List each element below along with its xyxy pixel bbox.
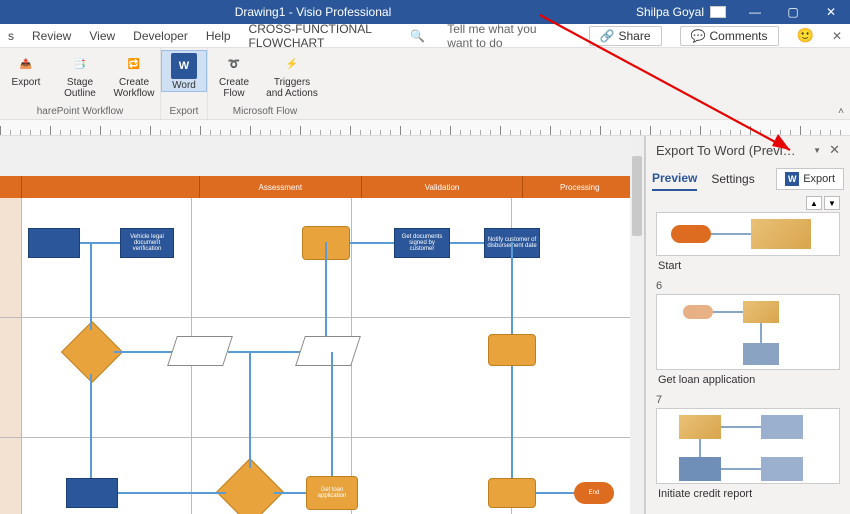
taskpane-preview-list[interactable]: Start 6 Get loan application 7: [646, 210, 850, 514]
tell-me-input[interactable]: Tell me what you want to do: [447, 22, 552, 50]
workflow-icon: 🔁: [122, 52, 146, 76]
phase-col-processing: Processing: [522, 176, 636, 198]
flow-icon: ➰: [222, 52, 246, 76]
preview-thumb: [656, 408, 840, 484]
process-box[interactable]: [28, 228, 80, 258]
swimlane-header: Assessment Validation Processing: [0, 176, 636, 198]
lane-label: [0, 438, 22, 514]
preview-thumb: [656, 294, 840, 370]
phase-col-assessment: Assessment: [199, 176, 361, 198]
word-icon: W: [785, 172, 799, 186]
preview-card[interactable]: Start: [654, 212, 842, 276]
tab-developer[interactable]: Developer: [133, 29, 188, 43]
decision-diamond[interactable]: [70, 330, 114, 374]
process-box[interactable]: Get loan application: [306, 476, 358, 510]
comments-button[interactable]: 💬Comments: [680, 26, 779, 46]
preview-number: 7: [654, 394, 842, 408]
tab-partial[interactable]: s: [8, 29, 14, 43]
swimlane-row: [0, 318, 636, 438]
search-icon: 🔍: [410, 29, 425, 43]
ribbon-tabs: s Review View Developer Help CROSS-FUNCT…: [0, 24, 850, 48]
stage-icon: 📑: [68, 52, 92, 76]
ribbon-group-label: harePoint Workflow: [37, 103, 124, 119]
minimize-button[interactable]: —: [736, 0, 774, 24]
feedback-smile-icon[interactable]: 🙂: [797, 27, 814, 44]
drawing-canvas[interactable]: Assessment Validation Processing Vehicle…: [0, 136, 645, 514]
window-title: Drawing1 - Visio Professional: [0, 5, 626, 19]
process-box[interactable]: Get documents signed by customer: [394, 228, 450, 258]
preview-caption: Get loan application: [654, 372, 842, 390]
ribbon-group-label: Microsoft Flow: [233, 103, 297, 119]
tab-review[interactable]: Review: [32, 29, 71, 43]
ribbon-group-label: Export: [170, 103, 199, 119]
decision-diamond[interactable]: [226, 468, 274, 514]
lane-label: [0, 198, 22, 317]
phase-col-validation: Validation: [361, 176, 523, 198]
lane-label: [0, 318, 22, 437]
collapse-ribbon-icon[interactable]: ˄: [838, 106, 844, 117]
taskpane-nav-arrows: ▲ ▼: [646, 194, 850, 210]
main-area: Assessment Validation Processing Vehicle…: [0, 136, 850, 514]
taskpane-title: Export To Word (Previ…: [656, 143, 809, 158]
ribbon-group-msflow: ➰ Create Flow ⚡ Triggers and Actions Mic…: [208, 48, 322, 119]
taskpane-close-button[interactable]: ✕: [825, 142, 844, 158]
process-box[interactable]: [488, 334, 536, 366]
share-button[interactable]: 🔗Share: [589, 26, 662, 46]
process-box[interactable]: [488, 478, 536, 508]
share-icon: 🔗: [600, 29, 615, 43]
swimlane-row: Get loan application End: [0, 438, 636, 514]
terminator-end[interactable]: End: [574, 482, 614, 504]
preview-card[interactable]: 6 Get loan application: [654, 280, 842, 390]
preview-thumb: [656, 212, 840, 256]
tab-help[interactable]: Help: [206, 29, 231, 43]
close-window-button[interactable]: ✕: [812, 0, 850, 24]
next-card-button[interactable]: ▼: [824, 196, 840, 210]
horizontal-ruler: [0, 120, 850, 136]
word-icon: W: [171, 53, 197, 79]
tab-view[interactable]: View: [89, 29, 115, 43]
taskpane-header: Export To Word (Previ… ▼ ✕: [646, 136, 850, 164]
export-icon: 📤: [14, 52, 38, 76]
ribbon: 📤 Export 📑 Stage Outline 🔁 Create Workfl…: [0, 48, 850, 120]
trigger-icon: ⚡: [280, 52, 304, 76]
title-bar: Drawing1 - Visio Professional Shilpa Goy…: [0, 0, 850, 24]
comments-icon: 💬: [691, 29, 706, 43]
phase-col-1: [21, 176, 199, 198]
ribbon-group-export: W Word Export: [161, 48, 208, 119]
user-name: Shilpa Goyal: [636, 5, 704, 19]
ribbon-group-sharepoint: 📤 Export 📑 Stage Outline 🔁 Create Workfl…: [0, 48, 161, 119]
ribbon-triggers[interactable]: ⚡ Triggers and Actions: [262, 50, 322, 99]
user-avatar-icon: [710, 6, 726, 18]
preview-number: 6: [654, 280, 842, 294]
canvas-scrollbar[interactable]: [630, 136, 644, 514]
taskpane-dropdown-icon[interactable]: ▼: [813, 146, 821, 155]
preview-caption: Start: [654, 258, 842, 276]
process-box[interactable]: [66, 478, 118, 508]
preview-card[interactable]: 7 Initiate credit report: [654, 394, 842, 504]
ribbon-export-sp[interactable]: 📤 Export: [0, 50, 52, 88]
preview-caption: Initiate credit report: [654, 486, 842, 504]
data-shape[interactable]: [167, 336, 233, 366]
restore-button[interactable]: ▢: [774, 0, 812, 24]
taskpane-tab-settings[interactable]: Settings: [711, 168, 754, 190]
process-box[interactable]: Vehicle legal document verification: [120, 228, 174, 258]
ribbon-export-word[interactable]: W Word: [161, 50, 207, 92]
ribbon-create-workflow[interactable]: 🔁 Create Workflow: [108, 50, 160, 99]
prev-card-button[interactable]: ▲: [806, 196, 822, 210]
data-shape[interactable]: [295, 336, 361, 366]
taskpane-export-button[interactable]: W Export: [776, 168, 844, 190]
export-word-pane: Export To Word (Previ… ▼ ✕ Preview Setti…: [645, 136, 850, 514]
ribbon-close-button[interactable]: ✕: [832, 29, 842, 43]
tab-crossfunctional[interactable]: CROSS-FUNCTIONAL FLOWCHART: [249, 22, 393, 50]
taskpane-tabs: Preview Settings W Export: [646, 164, 850, 194]
ribbon-stage-outline[interactable]: 📑 Stage Outline: [54, 50, 106, 99]
swimlane-row: Vehicle legal document verification Get …: [0, 198, 636, 318]
ribbon-create-flow[interactable]: ➰ Create Flow: [208, 50, 260, 99]
taskpane-tab-preview[interactable]: Preview: [652, 167, 697, 191]
user-account[interactable]: Shilpa Goyal: [626, 5, 736, 19]
swimlane-diagram: Assessment Validation Processing Vehicle…: [0, 176, 636, 514]
